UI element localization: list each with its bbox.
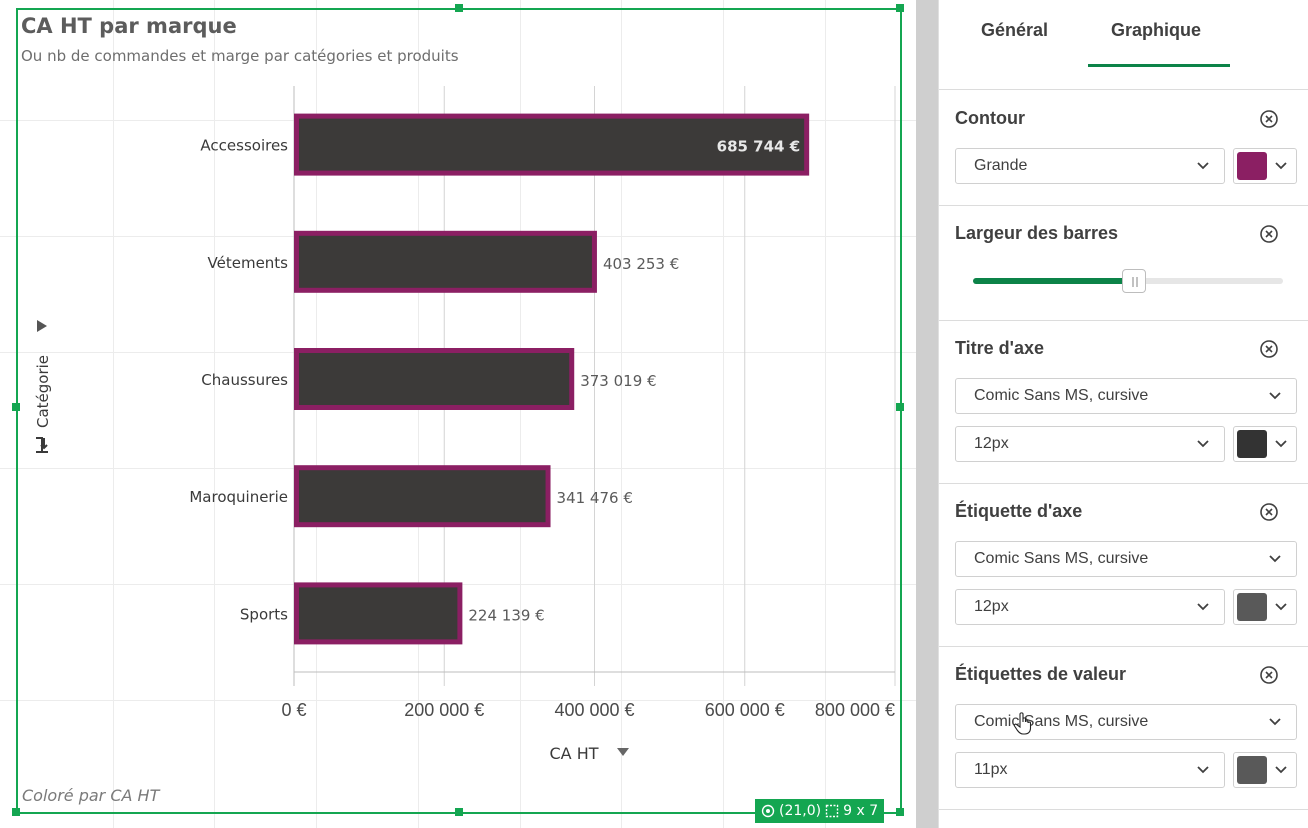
axis-label-color-picker[interactable] — [1233, 589, 1297, 625]
resize-handle[interactable] — [896, 403, 904, 411]
reset-icon[interactable] — [1259, 665, 1279, 685]
grip-icon — [1132, 277, 1138, 287]
contour-size-select[interactable]: Grande — [955, 148, 1225, 184]
colored-by-label: Coloré par CA HT — [22, 786, 160, 805]
properties-panel: Général Graphique Contour Grande Largeur… — [938, 0, 1308, 828]
chevron-down-icon — [1269, 718, 1281, 726]
resize-handle[interactable] — [455, 4, 463, 12]
bar-width-slider-thumb[interactable] — [1122, 269, 1147, 293]
tab-graphique[interactable]: Graphique — [1111, 20, 1201, 41]
chevron-down-icon — [1269, 392, 1281, 400]
axis-label-font-select[interactable]: Comic Sans MS, cursive — [955, 541, 1297, 577]
chevron-down-icon — [1275, 603, 1287, 611]
color-swatch — [1237, 593, 1267, 621]
select-value: Comic Sans MS, cursive — [974, 713, 1149, 730]
slider-fill — [973, 278, 1135, 284]
axis-label-size-select[interactable]: 12px — [955, 589, 1225, 625]
status-size: 9 x 7 — [843, 803, 879, 819]
contour-color-picker[interactable] — [1233, 148, 1297, 184]
chevron-down-icon — [1275, 766, 1287, 774]
axis-title-font-select[interactable]: Comic Sans MS, cursive — [955, 378, 1297, 414]
axis-title-size-select[interactable]: 12px — [955, 426, 1225, 462]
chevron-down-icon — [1197, 440, 1209, 448]
color-swatch — [1237, 152, 1267, 180]
value-labels-font-select[interactable]: Comic Sans MS, cursive — [955, 704, 1297, 740]
status-position: (21,0) — [779, 803, 822, 819]
hand-cursor-icon — [1013, 712, 1032, 735]
reset-icon[interactable] — [1259, 109, 1279, 129]
resize-handle[interactable] — [896, 808, 904, 816]
chevron-down-icon — [1275, 162, 1287, 170]
section-title: Contour — [955, 108, 1025, 128]
selected-object-frame[interactable] — [16, 8, 902, 814]
panel-divider[interactable] — [916, 0, 938, 828]
select-value: Grande — [974, 157, 1028, 174]
status-badge: (21,0) 9 x 7 — [755, 799, 885, 823]
select-value: Comic Sans MS, cursive — [974, 387, 1149, 404]
resize-handle[interactable] — [896, 4, 904, 12]
axis-title-color-picker[interactable] — [1233, 426, 1297, 462]
resize-handle[interactable] — [12, 808, 20, 816]
select-value: 12px — [974, 598, 1009, 615]
tab-general[interactable]: Général — [981, 20, 1048, 41]
chevron-down-icon — [1197, 603, 1209, 611]
section-title: Titre d'axe — [955, 338, 1044, 358]
section-value-labels: Étiquettes de valeur Comic Sans MS, curs… — [939, 647, 1308, 810]
chevron-down-icon — [1197, 766, 1209, 774]
section-axis-title: Titre d'axe Comic Sans MS, cursive 12px — [939, 321, 1308, 484]
select-value: Comic Sans MS, cursive — [974, 550, 1149, 567]
color-swatch — [1237, 756, 1267, 784]
active-tab-indicator — [1088, 64, 1230, 67]
reset-icon[interactable] — [1259, 339, 1279, 359]
section-bar-width: Largeur des barres — [939, 206, 1308, 321]
resize-handle[interactable] — [12, 403, 20, 411]
chevron-down-icon — [1275, 440, 1287, 448]
color-swatch — [1237, 430, 1267, 458]
value-labels-color-picker[interactable] — [1233, 752, 1297, 788]
target-icon — [761, 804, 775, 818]
resize-handle[interactable] — [455, 808, 463, 816]
size-icon — [825, 804, 839, 818]
section-title: Étiquettes de valeur — [955, 664, 1127, 684]
section-title: Étiquette d'axe — [955, 501, 1083, 521]
sheet-canvas: Accessoires 685 744 € Vétements 403 253 € Ch… — [0, 0, 916, 828]
chevron-down-icon — [1197, 162, 1209, 170]
reset-icon[interactable] — [1259, 224, 1279, 244]
reset-icon[interactable] — [1259, 502, 1279, 522]
chevron-down-icon — [1269, 555, 1281, 563]
panel-tabs: Général Graphique — [939, 0, 1308, 90]
select-value: 11px — [974, 761, 1008, 778]
section-axis-label: Étiquette d'axe Comic Sans MS, cursive 1… — [939, 484, 1308, 647]
section-contour: Contour Grande — [939, 91, 1308, 206]
value-labels-size-select[interactable]: 11px — [955, 752, 1225, 788]
select-value: 12px — [974, 435, 1009, 452]
section-title: Largeur des barres — [955, 223, 1119, 243]
